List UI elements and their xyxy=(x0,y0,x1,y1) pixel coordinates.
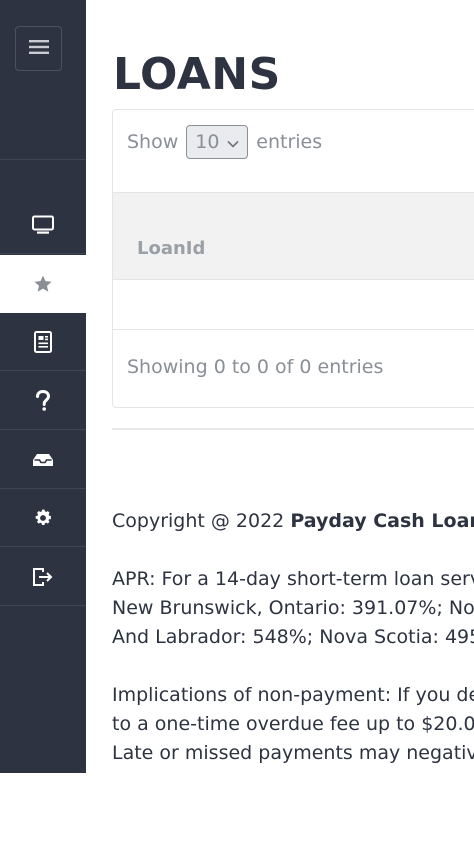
menu-toggle-button[interactable] xyxy=(15,26,62,71)
logout-icon xyxy=(32,567,54,587)
apr-line-3: And Labrador: 548%; Nova Scotia: 495 xyxy=(112,626,474,648)
sidebar-item-settings[interactable] xyxy=(0,489,86,547)
apr-line-1: APR: For a 14-day short-term loan serv xyxy=(112,568,474,590)
entries-per-page-value: 10 xyxy=(195,131,220,153)
copyright-text: Copyright @ 2022 xyxy=(112,510,285,532)
chevron-down-icon xyxy=(227,131,239,153)
entries-length-control: Show 10 entries xyxy=(127,124,322,160)
monitor-icon xyxy=(32,215,54,235)
table-empty-row xyxy=(113,278,474,330)
content-divider xyxy=(112,428,474,430)
loans-table-card: Show 10 entries LoanId Showing 0 to 0 of… xyxy=(112,109,474,408)
question-icon xyxy=(35,389,51,412)
nonpayment-line-1: Implications of non-payment: If you de xyxy=(112,684,474,706)
sidebar-item-help[interactable] xyxy=(0,372,86,430)
apr-line-2: New Brunswick, Ontario: 391.07%; Nor xyxy=(112,597,474,619)
footer: Copyright @ 2022 Payday Cash Loans APR: … xyxy=(112,507,474,768)
sidebar xyxy=(0,0,86,773)
gear-icon xyxy=(33,508,53,528)
sidebar-divider xyxy=(0,159,86,160)
star-icon xyxy=(33,274,53,294)
length-suffix-label: entries xyxy=(256,131,323,153)
hamburger-icon xyxy=(28,39,49,59)
sidebar-item-logout[interactable] xyxy=(0,548,86,606)
copyright-line: Copyright @ 2022 Payday Cash Loans xyxy=(112,507,474,536)
sidebar-item-loans[interactable] xyxy=(0,255,86,313)
nonpayment-line-3: Late or missed payments may negativ xyxy=(112,742,474,764)
sidebar-item-dashboard[interactable] xyxy=(0,196,86,254)
sidebar-item-inbox[interactable] xyxy=(0,431,86,489)
document-icon xyxy=(34,330,52,353)
nonpayment-line-2: to a one-time overdue fee up to $20.00 xyxy=(112,713,474,735)
page-title: LOANS xyxy=(113,49,281,100)
column-header-loanid[interactable]: LoanId xyxy=(137,238,205,259)
inbox-icon xyxy=(32,453,54,467)
brand-name: Payday Cash Loans xyxy=(290,510,474,532)
sidebar-item-documents[interactable] xyxy=(0,313,86,371)
length-prefix-label: Show xyxy=(127,131,179,153)
table-header: LoanId xyxy=(113,192,474,280)
entries-per-page-select[interactable]: 10 xyxy=(186,125,249,159)
table-info: Showing 0 to 0 of 0 entries xyxy=(127,356,384,378)
